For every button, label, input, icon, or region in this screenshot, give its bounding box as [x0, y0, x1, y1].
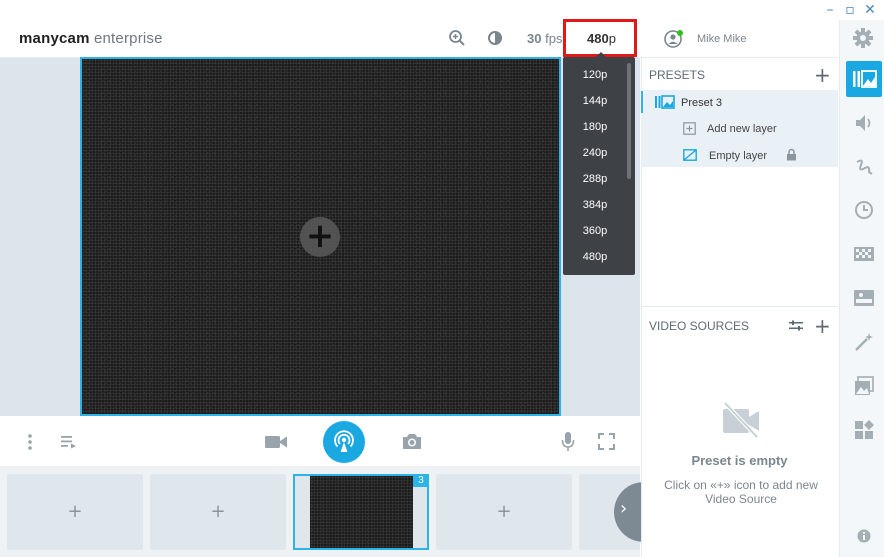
settings-gear-icon[interactable]: [852, 27, 874, 49]
add-layer-icon: [683, 122, 696, 135]
resolution-option[interactable]: 480p: [563, 247, 627, 267]
user-name[interactable]: Mike Mike: [697, 33, 747, 45]
presets-title: PRESETS: [649, 68, 706, 82]
presets-tab-icon: [853, 70, 877, 88]
panel-divider: [641, 306, 838, 307]
effects-wand-icon[interactable]: [853, 331, 875, 353]
empty-state-title: Preset is empty: [691, 453, 788, 468]
fps-selector[interactable]: 30 fps: [527, 31, 562, 46]
chevron-right-icon: ›: [620, 498, 628, 519]
plus-icon: +: [67, 501, 83, 522]
fullscreen-icon[interactable]: [598, 433, 615, 450]
plus-icon: +: [305, 216, 335, 256]
preset-thumbnail: [310, 476, 413, 548]
lock-icon[interactable]: [786, 148, 797, 161]
preset-name[interactable]: Preset 3: [681, 97, 722, 109]
adjust-sources-icon[interactable]: [789, 320, 803, 331]
brightness-icon[interactable]: [486, 29, 504, 47]
broadcast-icon: [334, 430, 354, 452]
lower-third-icon[interactable]: [853, 287, 875, 309]
add-video-source-icon[interactable]: +: [814, 314, 831, 338]
zoom-icon[interactable]: [448, 29, 466, 47]
resolution-option[interactable]: 120p: [563, 65, 627, 85]
resolution-dropdown: [563, 57, 635, 275]
maximize-icon[interactable]: ▫: [842, 2, 858, 18]
snapshot-camera-icon[interactable]: [401, 432, 423, 451]
preset-number-badge: 3: [413, 474, 429, 487]
resolution-option[interactable]: 288p: [563, 169, 627, 189]
time-icon[interactable]: [853, 199, 875, 221]
empty-layer-icon: [683, 149, 697, 161]
minimize-icon[interactable]: –: [822, 2, 838, 18]
chroma-key-icon[interactable]: [853, 243, 875, 265]
playlist-icon[interactable]: [60, 434, 78, 450]
resolution-option[interactable]: 144p: [563, 91, 627, 111]
close-icon[interactable]: ✕: [862, 2, 878, 18]
drawing-icon[interactable]: [853, 156, 875, 178]
user-avatar-icon[interactable]: [664, 29, 684, 49]
empty-layer-item[interactable]: Empty layer: [709, 150, 767, 162]
audio-icon[interactable]: [853, 112, 875, 134]
preset-icon: [655, 95, 675, 109]
dropdown-scrollbar[interactable]: [627, 63, 631, 179]
camera-video-icon[interactable]: [264, 433, 288, 451]
more-options-icon[interactable]: [26, 433, 34, 451]
video-sources-title: VIDEO SOURCES: [649, 319, 750, 333]
plus-icon: +: [210, 501, 226, 522]
resolution-option[interactable]: 384p: [563, 195, 627, 215]
app-logo: manycam enterprise: [19, 30, 163, 47]
no-video-icon: [723, 401, 759, 439]
resolution-option[interactable]: 240p: [563, 143, 627, 163]
resolution-selector[interactable]: 480p: [587, 31, 616, 46]
add-layer-button[interactable]: Add new layer: [707, 123, 777, 135]
microphone-icon[interactable]: [561, 431, 575, 452]
title-bar: [0, 0, 884, 20]
empty-state-hint: Click on «+» icon to add new Video Sourc…: [664, 478, 818, 506]
images-icon[interactable]: [853, 375, 875, 397]
control-bar: [0, 416, 640, 466]
widgets-icon[interactable]: [853, 419, 875, 441]
add-preset-icon[interactable]: +: [814, 63, 831, 87]
selection-indicator: [641, 91, 643, 113]
resolution-option[interactable]: 360p: [563, 221, 627, 241]
info-icon[interactable]: [857, 529, 871, 543]
plus-icon: +: [496, 501, 512, 522]
resolution-option[interactable]: 180p: [563, 117, 627, 137]
